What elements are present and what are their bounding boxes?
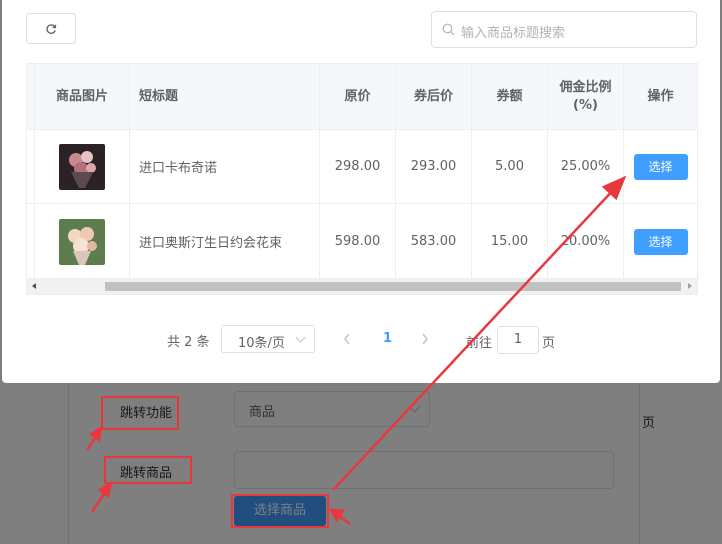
annotation-arrows [85,175,627,526]
annotation-arrowhead [88,425,103,443]
annotation-arrow-to-select [332,185,618,491]
annotation-arrowhead [97,480,113,499]
